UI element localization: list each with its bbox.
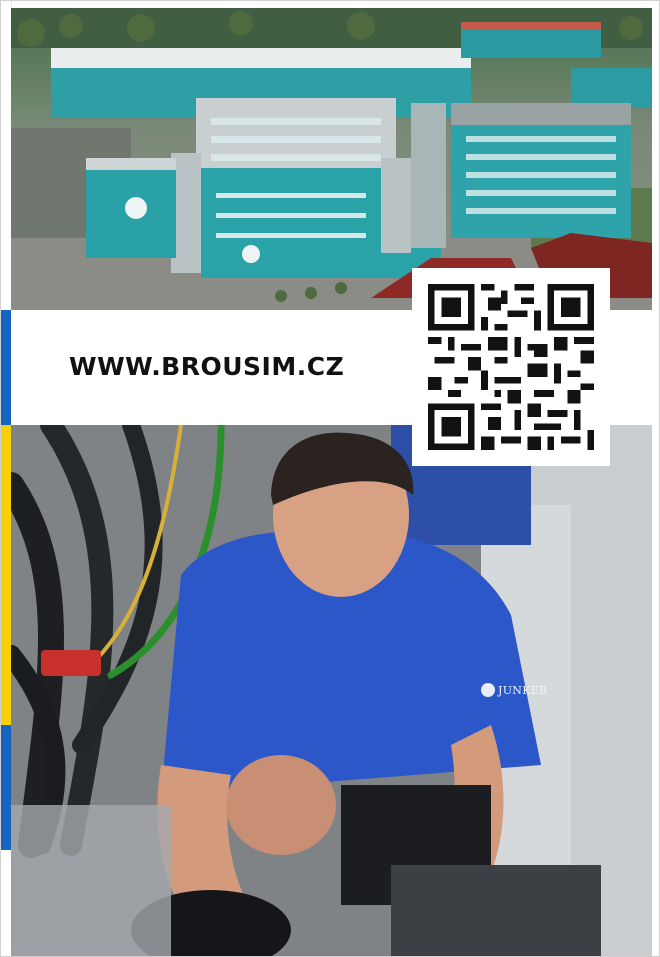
edge-strip-yellow [0,425,11,725]
shirt-brand-text: JUNKER [498,684,548,697]
website-url[interactable]: WWW.BROUSIM.CZ [69,352,344,381]
qr-code-icon [428,284,594,450]
edge-strip-blue-bottom [0,725,11,850]
edge-strip-blue-top [0,310,11,425]
junker-logo-icon [481,683,495,697]
qr-code[interactable] [412,268,610,466]
factory-aerial-photo [11,8,652,310]
worker-photo: JUNKER [11,425,652,957]
shirt-brand-logo: JUNKER [481,683,548,697]
poster: WWW.BROUSIM.CZ JUNKER [0,0,660,957]
